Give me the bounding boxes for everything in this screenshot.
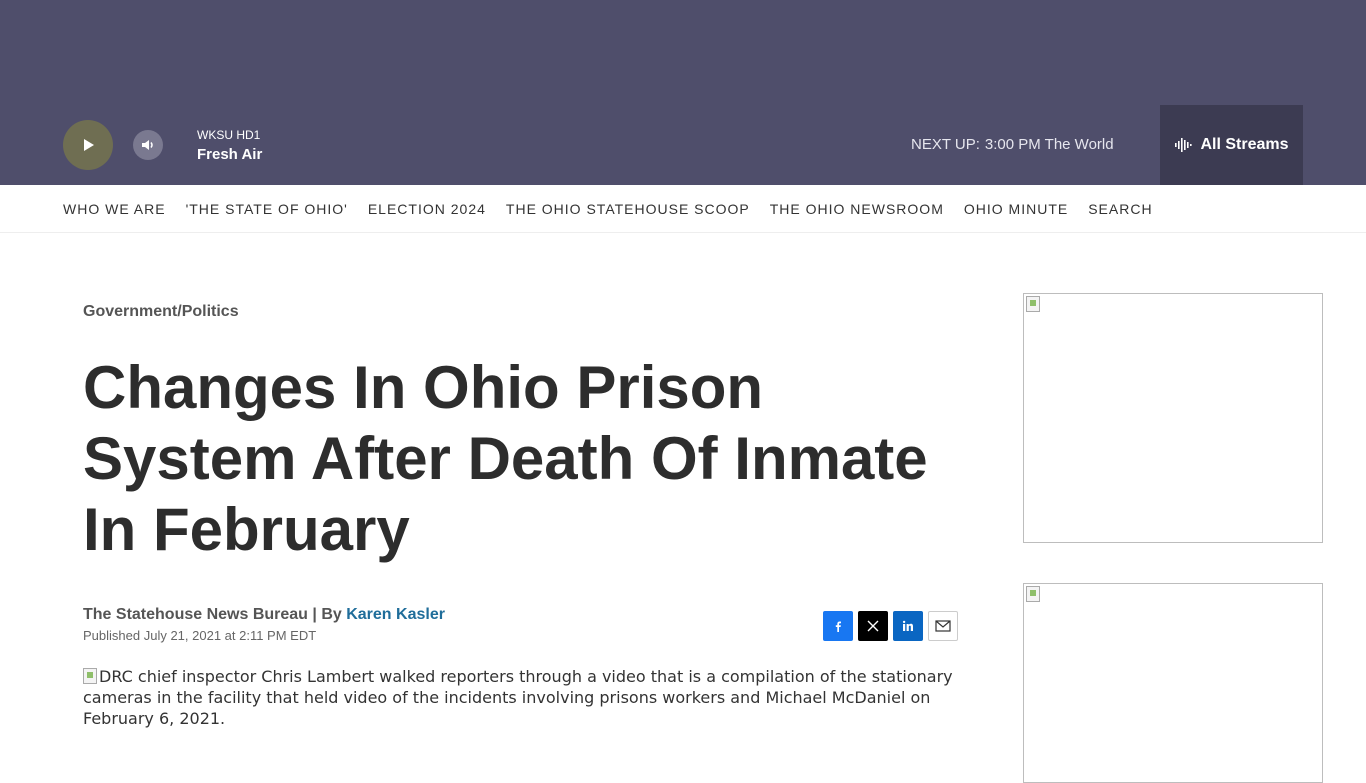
nav-item-election-2024[interactable]: ELECTION 2024 — [368, 201, 486, 217]
share-buttons — [823, 611, 963, 641]
x-icon — [867, 620, 879, 632]
audio-wave-icon — [1175, 138, 1193, 152]
show-name: Fresh Air — [197, 146, 263, 163]
published-date: Published July 21, 2021 at 2:11 PM EDT — [83, 628, 317, 643]
share-x-button[interactable] — [858, 611, 888, 641]
broken-image-icon — [1026, 586, 1040, 602]
byline: The Statehouse News Bureau | By Karen Ka… — [83, 606, 445, 624]
main-nav: WHO WE ARE 'THE STATE OF OHIO' ELECTION … — [0, 185, 1366, 233]
facebook-icon — [835, 621, 841, 632]
email-icon — [935, 620, 951, 632]
lead-image-alt-text: DRC chief inspector Chris Lambert walked… — [83, 667, 953, 728]
sidebar-ad-bottom[interactable] — [1023, 583, 1323, 783]
next-up-label: NEXT UP: — [911, 136, 980, 153]
share-facebook-button[interactable] — [823, 611, 853, 641]
speaker-icon — [142, 140, 153, 150]
next-up: NEXT UP: 3:00 PM The World — [911, 136, 1114, 154]
all-streams-button[interactable]: All Streams — [1160, 105, 1303, 185]
article-category[interactable]: Government/Politics — [83, 303, 239, 321]
byline-org: The Statehouse News Bureau | By — [83, 606, 342, 623]
nav-item-ohio-newsroom[interactable]: THE OHIO NEWSROOM — [770, 201, 944, 217]
nav-item-ohio-minute[interactable]: OHIO MINUTE — [964, 201, 1068, 217]
next-up-text: 3:00 PM The World — [984, 136, 1114, 153]
nav-item-who-we-are[interactable]: WHO WE ARE — [63, 201, 166, 217]
all-streams-label: All Streams — [1200, 136, 1289, 153]
broken-image-icon — [1026, 296, 1040, 312]
player-bar: WKSU HD1 Fresh Air NEXT UP: 3:00 PM The W… — [0, 0, 1366, 185]
share-email-button[interactable] — [928, 611, 958, 641]
article-headline: Changes In Ohio Prison System After Deat… — [83, 354, 928, 563]
nav-item-search[interactable]: SEARCH — [1088, 201, 1152, 217]
volume-button[interactable] — [133, 130, 163, 160]
station-name: WKSU HD1 — [197, 128, 261, 142]
play-button[interactable] — [63, 120, 113, 170]
article-lead-image: DRC chief inspector Chris Lambert walked… — [83, 666, 958, 729]
share-linkedin-button[interactable] — [893, 611, 923, 641]
play-icon — [84, 139, 94, 151]
nav-item-state-of-ohio[interactable]: 'THE STATE OF OHIO' — [186, 201, 348, 217]
now-playing: WKSU HD1 Fresh Air — [197, 128, 262, 165]
sidebar-ad-top[interactable] — [1023, 293, 1323, 543]
nav-item-statehouse-scoop[interactable]: THE OHIO STATEHOUSE SCOOP — [506, 201, 750, 217]
author-link[interactable]: Karen Kasler — [346, 606, 445, 623]
linkedin-icon — [902, 620, 913, 631]
broken-image-icon — [83, 668, 97, 684]
